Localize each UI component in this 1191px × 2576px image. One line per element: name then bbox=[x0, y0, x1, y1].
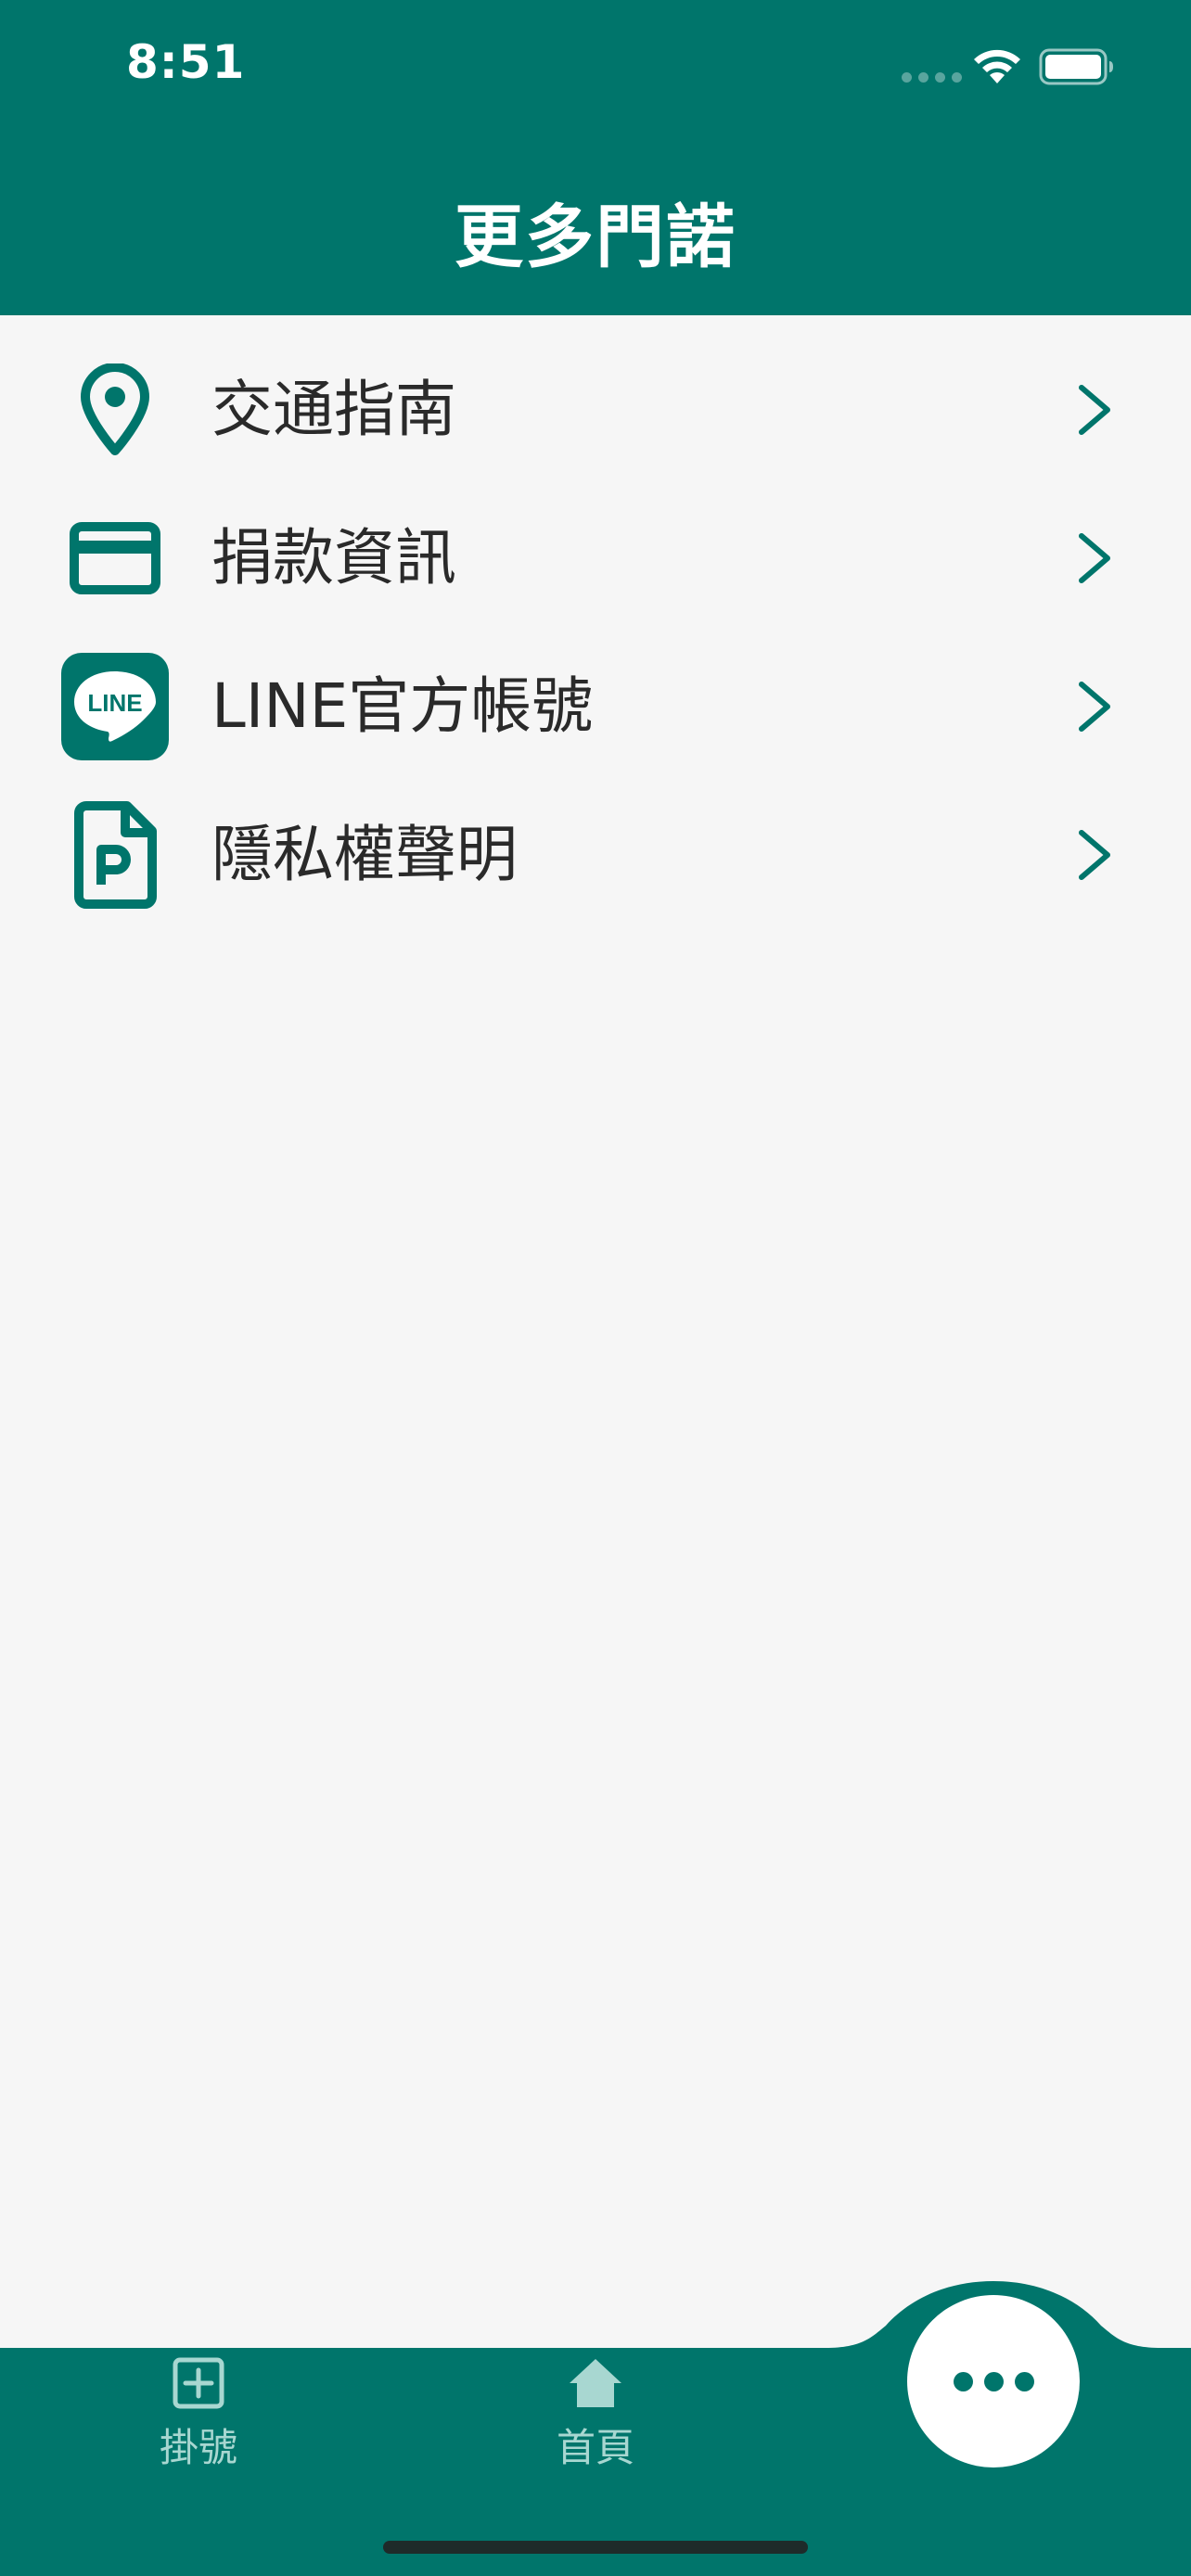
tab-registration[interactable]: 掛號 bbox=[106, 2355, 291, 2473]
app-header: 8:51 更多門諾 bbox=[0, 0, 1191, 315]
menu-item-label: 捐款資訊 bbox=[211, 522, 456, 593]
tab-label: 首頁 bbox=[556, 2425, 634, 2470]
credit-card-icon bbox=[59, 503, 171, 614]
menu-item-transportation[interactable]: 交通指南 bbox=[0, 336, 1191, 484]
tab-label: 掛號 bbox=[159, 2425, 237, 2470]
menu-item-label: 交通指南 bbox=[211, 374, 456, 445]
cellular-signal-icon bbox=[902, 72, 962, 83]
more-dots-icon bbox=[953, 2371, 973, 2391]
menu-item-line-official[interactable]: LINE LINE官方帳號 bbox=[0, 632, 1191, 781]
plus-square-icon bbox=[173, 2357, 224, 2409]
home-indicator bbox=[383, 2541, 808, 2554]
privacy-document-icon bbox=[59, 799, 171, 911]
chevron-right-icon bbox=[1079, 830, 1110, 880]
battery-icon bbox=[1039, 48, 1113, 85]
menu-item-label: 隱私權聲明 bbox=[211, 819, 518, 890]
line-logo-text: LINE bbox=[87, 689, 142, 717]
chevron-right-icon bbox=[1079, 682, 1110, 732]
status-time: 8:51 bbox=[126, 35, 246, 89]
wifi-icon bbox=[974, 49, 1020, 83]
location-pin-icon bbox=[59, 354, 171, 465]
menu-item-privacy[interactable]: 隱私權聲明 bbox=[0, 781, 1191, 929]
menu-item-label: LINE官方帳號 bbox=[211, 670, 594, 742]
chevron-right-icon bbox=[1079, 385, 1110, 435]
page-title: 更多門諾 bbox=[455, 198, 736, 277]
home-icon bbox=[570, 2359, 621, 2407]
tab-home[interactable]: 首頁 bbox=[503, 2355, 688, 2473]
more-button[interactable] bbox=[907, 2295, 1080, 2468]
menu-item-donation[interactable]: 捐款資訊 bbox=[0, 484, 1191, 632]
line-logo-icon: LINE bbox=[59, 651, 171, 762]
chevron-right-icon bbox=[1079, 533, 1110, 583]
